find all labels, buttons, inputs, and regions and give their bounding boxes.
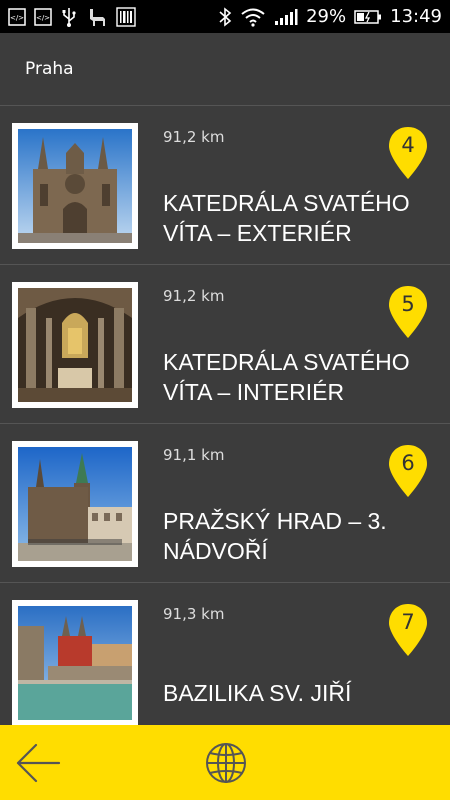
battery-icon xyxy=(354,9,382,25)
list-item[interactable]: 91,2 km 5 KATEDRÁLA SVATÉHO VÍTA – INTER… xyxy=(0,265,450,424)
header: Praha xyxy=(0,33,450,106)
place-title: KATEDRÁLA SVATÉHO VÍTA – EXTERIÉR xyxy=(163,190,410,246)
globe-icon xyxy=(206,743,246,783)
code-icon: </> xyxy=(34,7,52,26)
distance-label: 91,1 km xyxy=(163,446,225,464)
place-list[interactable]: 91,2 km 4 KATEDRÁLA SVATÉHO VÍTA – EXTER… xyxy=(0,106,450,725)
clock: 13:49 xyxy=(390,6,442,27)
status-bar: </> </> 29% 13:49 xyxy=(0,0,450,33)
place-thumbnail xyxy=(12,600,138,725)
pin-number: 7 xyxy=(401,610,415,634)
code-icon: </> xyxy=(8,7,26,26)
language-button[interactable] xyxy=(200,737,252,789)
pin-number: 5 xyxy=(401,292,415,316)
barcode-icon xyxy=(116,6,136,27)
map-pin-icon: 5 xyxy=(388,285,428,339)
map-pin-icon: 4 xyxy=(388,126,428,180)
map-pin-icon: 6 xyxy=(388,444,428,498)
svg-text:</>: </> xyxy=(36,14,50,22)
list-item[interactable]: 91,1 km 6 PRAŽSKÝ HRAD – 3. NÁDVOŘÍ xyxy=(0,424,450,583)
battery-percent: 29% xyxy=(306,6,347,27)
signal-icon xyxy=(274,8,298,26)
place-title: KATEDRÁLA SVATÉHO VÍTA – INTERIÉR xyxy=(163,349,410,405)
pin-number: 4 xyxy=(401,133,415,157)
list-item[interactable]: 91,2 km 4 KATEDRÁLA SVATÉHO VÍTA – EXTER… xyxy=(0,106,450,265)
distance-label: 91,2 km xyxy=(163,287,225,305)
distance-label: 91,2 km xyxy=(163,128,225,146)
llama-icon xyxy=(86,7,108,27)
status-bar-system: 29% 13:49 xyxy=(218,6,442,27)
bluetooth-icon xyxy=(218,6,232,27)
place-thumbnail xyxy=(12,123,138,249)
pin-number: 6 xyxy=(401,451,415,475)
bottom-bar xyxy=(0,725,450,800)
wifi-icon xyxy=(240,7,266,27)
distance-label: 91,3 km xyxy=(163,605,225,623)
back-button[interactable] xyxy=(12,737,64,789)
page-title: Praha xyxy=(25,59,74,79)
svg-text:</>: </> xyxy=(10,14,24,22)
status-bar-notifications: </> </> xyxy=(8,6,136,27)
list-item[interactable]: 91,3 km 7 BAZILIKA SV. JIŘÍ xyxy=(0,583,450,725)
usb-icon xyxy=(60,7,78,27)
back-arrow-icon xyxy=(16,743,61,783)
map-pin-icon: 7 xyxy=(388,603,428,657)
place-thumbnail xyxy=(12,441,138,567)
place-thumbnail xyxy=(12,282,138,408)
place-title: PRAŽSKÝ HRAD – 3. NÁDVOŘÍ xyxy=(163,508,387,564)
place-title: BAZILIKA SV. JIŘÍ xyxy=(163,680,352,706)
